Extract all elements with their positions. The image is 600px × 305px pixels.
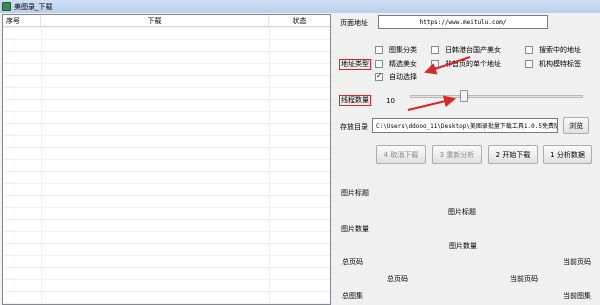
arrow-to-checkboxes [424, 56, 471, 75]
arrow-to-slider [407, 95, 456, 111]
annotation-arrows [407, 56, 471, 111]
